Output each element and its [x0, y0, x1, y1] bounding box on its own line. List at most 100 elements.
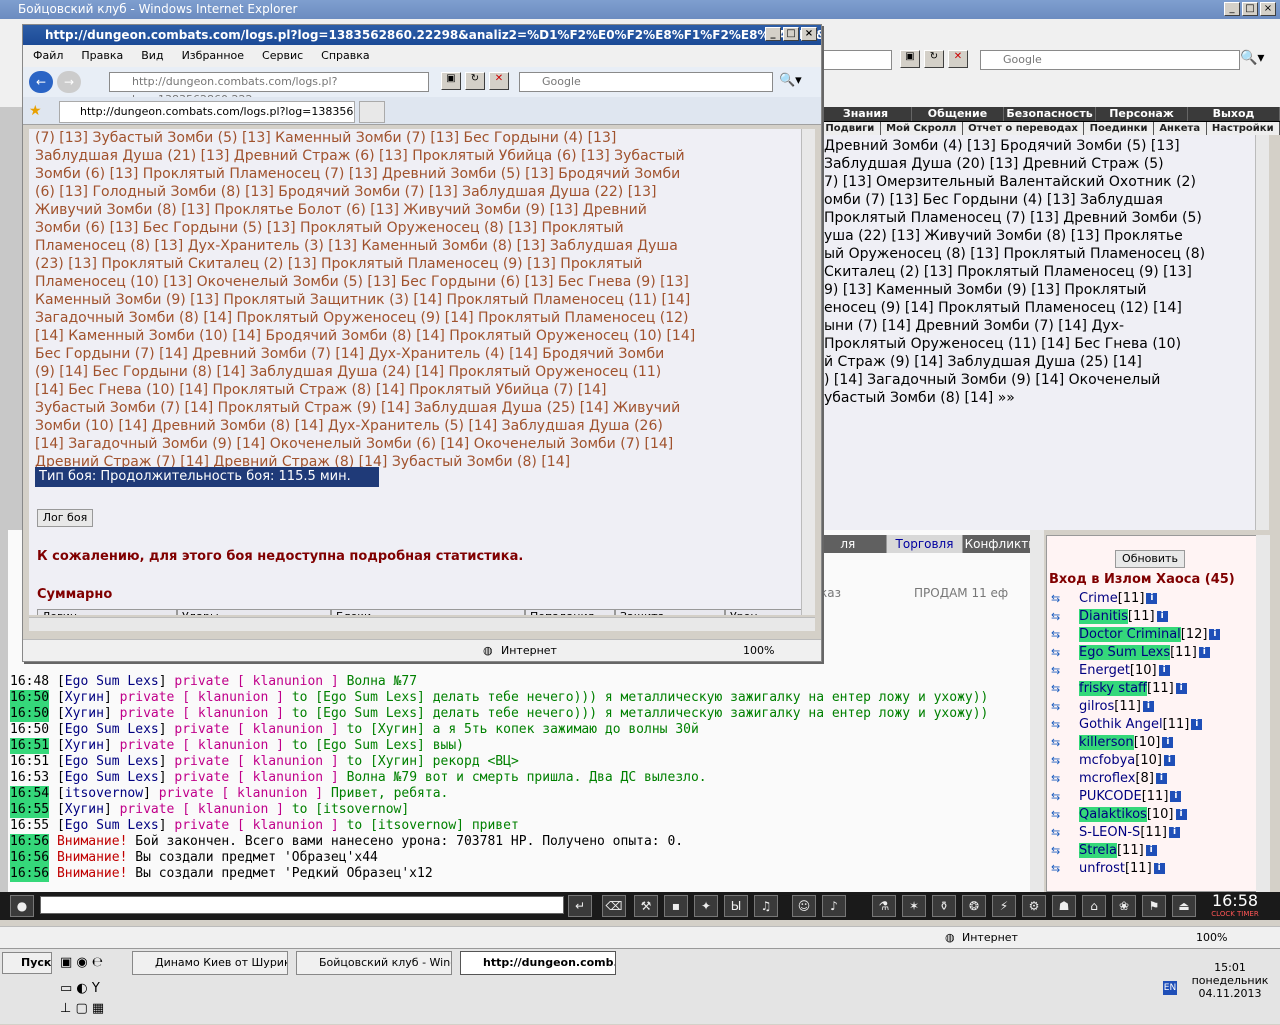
user-info-button-icon[interactable]: i: [1170, 791, 1181, 802]
bg-status-zoom[interactable]: 100%: [1196, 927, 1227, 949]
user-row[interactable]: ⇆Crime[11]i: [1051, 590, 1261, 608]
game-nav-top-item[interactable]: Безопасность: [1004, 107, 1096, 121]
popup-menu-item[interactable]: Файл: [33, 45, 63, 67]
user-name[interactable]: mcfobya: [1079, 753, 1135, 768]
language-indicator[interactable]: EN: [1163, 981, 1177, 995]
user-info-button-icon[interactable]: i: [1169, 827, 1180, 838]
task-dinamo[interactable]: Динамо Киев от Шурик...: [132, 951, 288, 975]
quick-slot-6-icon[interactable]: ⚙: [1022, 895, 1046, 917]
chat-menu-icon[interactable]: ●: [10, 895, 34, 917]
user-info-icon[interactable]: ⇆: [1051, 680, 1079, 698]
chat-private-to[interactable]: klanunion: [237, 786, 307, 801]
tools-icon[interactable]: ⚒: [634, 895, 658, 917]
chat-private-to[interactable]: klanunion: [253, 770, 323, 785]
user-info-icon[interactable]: ⇆: [1051, 824, 1079, 842]
popup-search-input[interactable]: Google: [519, 72, 773, 92]
chat-nick[interactable]: Ego Sum Lexs: [65, 818, 159, 833]
game-nav-top-item[interactable]: Персонаж: [1096, 107, 1188, 121]
background-log-scrollbar[interactable]: [1255, 135, 1269, 530]
game-nav-top-item[interactable]: Знания: [820, 107, 912, 121]
game-nav-bottom-item[interactable]: Настройки: [1207, 122, 1280, 135]
user-info-icon[interactable]: ⇆: [1051, 734, 1079, 752]
user-name[interactable]: gilros: [1079, 699, 1114, 714]
popup-search-icon[interactable]: 🔍▾: [779, 73, 802, 88]
user-info-button-icon[interactable]: i: [1146, 593, 1157, 604]
chat-private-to[interactable]: klanunion: [198, 690, 268, 705]
task-combats[interactable]: Бойцовский клуб - Wind...: [296, 951, 452, 975]
user-row[interactable]: ⇆Qalaktikos[10]i: [1051, 806, 1261, 824]
chat-private-to[interactable]: klanunion: [198, 706, 268, 721]
filter-icon[interactable]: ♫: [754, 895, 778, 917]
quicklaunch-icons-row2[interactable]: ▭ ◐ Y: [60, 981, 100, 996]
new-tab-button[interactable]: [359, 101, 385, 123]
quick-slot-9-icon[interactable]: ❀: [1112, 895, 1136, 917]
popup-menu-item[interactable]: Вид: [141, 45, 163, 67]
game-nav-bottom-item[interactable]: Отчет о переводах: [963, 122, 1085, 135]
chat-nick[interactable]: Хугин: [65, 690, 104, 705]
user-info-icon[interactable]: ⇆: [1051, 590, 1079, 608]
game-nav-bottom-item[interactable]: Мой Скролл: [881, 122, 963, 135]
popup-maximize-button[interactable]: □: [783, 27, 799, 41]
user-info-icon[interactable]: ⇆: [1051, 716, 1079, 734]
user-name[interactable]: Strela: [1079, 843, 1117, 858]
popup-address-input[interactable]: http://dungeon.combats.com/logs.pl?log=1…: [109, 72, 429, 92]
user-info-icon[interactable]: ⇆: [1051, 662, 1079, 680]
background-search-input[interactable]: Google: [980, 50, 1240, 70]
user-row[interactable]: ⇆Energet[10]i: [1051, 662, 1261, 680]
chat-nick[interactable]: Ego Sum Lexs: [65, 722, 159, 737]
chat-nick[interactable]: Ego Sum Lexs: [65, 770, 159, 785]
quick-slot-10-icon[interactable]: ⚑: [1142, 895, 1166, 917]
back-icon[interactable]: ←: [29, 71, 53, 93]
battle-log-button[interactable]: Лог боя: [37, 509, 93, 527]
chat-private-to[interactable]: klanunion: [253, 754, 323, 769]
popup-vertical-scrollbar[interactable]: [801, 129, 815, 615]
user-name[interactable]: Doctor Criminal: [1079, 627, 1181, 642]
user-info-button-icon[interactable]: i: [1143, 701, 1154, 712]
smile-icon[interactable]: ☺: [792, 895, 816, 917]
quick-slot-1-icon[interactable]: ⚗: [872, 895, 896, 917]
favorites-star-icon[interactable]: ★: [29, 103, 42, 119]
user-row[interactable]: ⇆Doctor Criminal[12]i: [1051, 626, 1261, 644]
quick-slot-2-icon[interactable]: ✶: [902, 895, 926, 917]
translit-icon[interactable]: Ы: [724, 895, 748, 917]
user-info-button-icon[interactable]: i: [1157, 611, 1168, 622]
user-row[interactable]: ⇆Dianitis[11]i: [1051, 608, 1261, 626]
minimize-button[interactable]: _: [1224, 2, 1240, 16]
background-address-dropdown[interactable]: [822, 50, 892, 70]
user-row[interactable]: ⇆PUKCODE[11]i: [1051, 788, 1261, 806]
user-info-icon[interactable]: ⇆: [1051, 698, 1079, 716]
popup-horizontal-scrollbar[interactable]: [29, 617, 815, 631]
user-name[interactable]: S-LEON-S: [1079, 825, 1140, 840]
user-row[interactable]: ⇆gilros[11]i: [1051, 698, 1261, 716]
user-info-button-icon[interactable]: i: [1199, 647, 1210, 658]
chat-nick[interactable]: Хугин: [65, 802, 104, 817]
user-info-button-icon[interactable]: i: [1146, 845, 1157, 856]
user-list-scrollbar[interactable]: [1256, 535, 1270, 892]
user-row[interactable]: ⇆Strela[11]i: [1051, 842, 1261, 860]
quick-slot-7-icon[interactable]: ☗: [1052, 895, 1076, 917]
user-row[interactable]: ⇆Gothik Angel[11]i: [1051, 716, 1261, 734]
user-name[interactable]: killerson: [1079, 735, 1134, 750]
chat-private-to[interactable]: klanunion: [198, 802, 268, 817]
popup-minimize-button[interactable]: _: [765, 27, 781, 41]
popup-compat-icon[interactable]: ▣: [441, 72, 461, 90]
user-name[interactable]: mcroflex: [1079, 771, 1135, 786]
compat-view-icon[interactable]: ▣: [900, 50, 920, 68]
user-info-icon[interactable]: ⇆: [1051, 770, 1079, 788]
popup-menu-item[interactable]: Справка: [321, 45, 369, 67]
game-nav-bottom-item[interactable]: Поединки: [1084, 122, 1154, 135]
user-name[interactable]: Energet: [1079, 663, 1130, 678]
stop-icon[interactable]: ✕: [948, 50, 968, 68]
popup-status-zoom[interactable]: 100%: [743, 640, 774, 662]
user-info-button-icon[interactable]: i: [1156, 773, 1167, 784]
user-name[interactable]: Dianitis: [1079, 609, 1128, 624]
chat-nick[interactable]: Хугин: [65, 706, 104, 721]
maximize-button[interactable]: □: [1242, 2, 1258, 16]
game-nav-bottom-item[interactable]: Анкета: [1154, 122, 1207, 135]
forward-icon[interactable]: →: [57, 71, 81, 93]
quick-slot-8-icon[interactable]: ⌂: [1082, 895, 1106, 917]
search-icon[interactable]: 🔍▾: [1240, 50, 1270, 70]
quicklaunch-icons-row3[interactable]: ⊥ ▢ ▦: [60, 1001, 104, 1016]
popup-menu-item[interactable]: Правка: [81, 45, 123, 67]
send-icon[interactable]: ↵: [568, 895, 592, 917]
